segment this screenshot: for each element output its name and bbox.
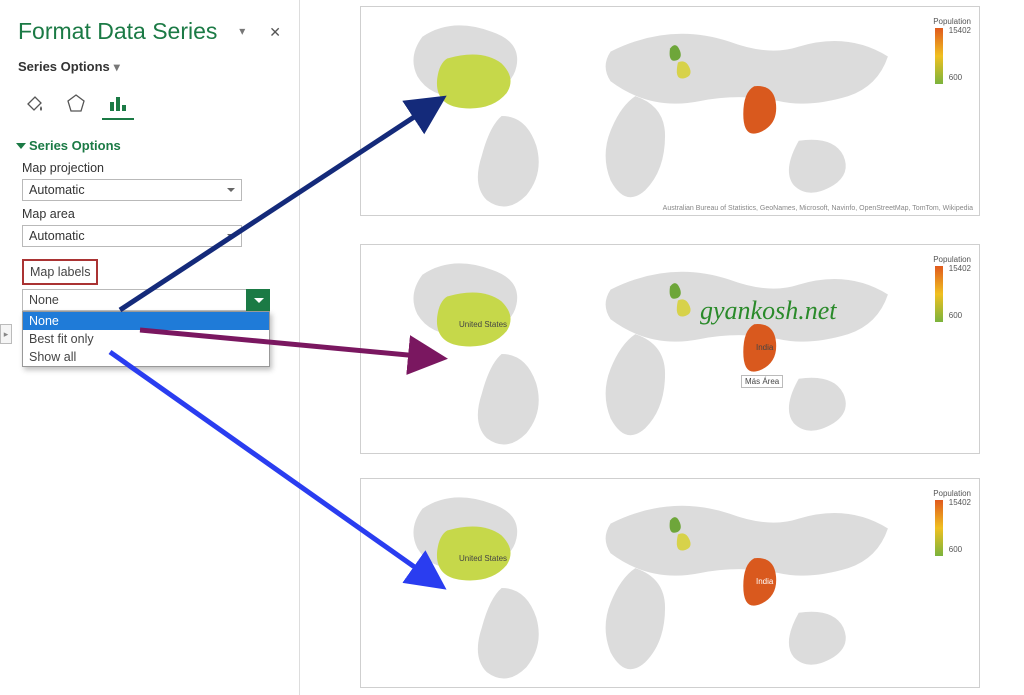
- map-attribution: Australian Bureau of Statistics, GeoName…: [663, 205, 973, 212]
- legend-title: Population: [933, 255, 971, 264]
- label-in: India: [756, 343, 773, 352]
- legend: Population 15402 600: [933, 17, 971, 86]
- dropdown-button[interactable]: [246, 289, 270, 311]
- map-labels-value: None: [29, 293, 59, 307]
- legend-low: 600: [949, 73, 971, 82]
- map-chart-none: Population 15402 600 Australian Bureau o…: [360, 6, 980, 216]
- label-pt-box: Más Área: [741, 375, 783, 388]
- map-area-value: Automatic: [29, 229, 85, 243]
- map-chart-showall: United States India Population 15402 600…: [360, 478, 980, 688]
- toolbar: [18, 88, 281, 120]
- label-us: United States: [459, 554, 507, 563]
- map-area-label: Map area: [22, 207, 281, 221]
- series-options-label: Series Options: [18, 59, 110, 74]
- chevron-down-icon[interactable]: ▾: [239, 24, 245, 41]
- chart-preview-area: Population 15402 600 Australian Bureau o…: [300, 0, 1024, 695]
- bar-chart-icon[interactable]: [102, 88, 134, 120]
- map-projection-dropdown[interactable]: Automatic: [22, 179, 242, 201]
- close-icon[interactable]: ✕: [269, 24, 281, 41]
- legend-title: Population: [933, 17, 971, 26]
- section-header-label: Series Options: [29, 138, 121, 153]
- label-us: United States: [459, 320, 507, 329]
- legend-low: 600: [949, 311, 971, 320]
- series-options-section[interactable]: Series Options: [18, 138, 281, 153]
- legend: Population 15402 600: [933, 489, 971, 558]
- map-labels-option-bestfit[interactable]: Best fit only: [23, 330, 269, 348]
- map-labels-options-list: None Best fit only Show all: [22, 311, 270, 367]
- pentagon-icon[interactable]: [60, 88, 92, 120]
- label-in: India: [756, 577, 773, 586]
- legend-high: 15402: [949, 264, 971, 273]
- legend: Population 15402 600: [933, 255, 971, 324]
- legend-low: 600: [949, 545, 971, 554]
- format-data-series-panel: Format Data Series ▾ ✕ Series Options ▾ …: [0, 0, 300, 695]
- map-projection-value: Automatic: [29, 183, 85, 197]
- map-area-dropdown[interactable]: Automatic: [22, 225, 242, 247]
- legend-high: 15402: [949, 498, 971, 507]
- map-labels-option-showall[interactable]: Show all: [23, 348, 269, 366]
- paint-bucket-icon[interactable]: [18, 88, 50, 120]
- map-labels-dropdown[interactable]: None None Best fit only Show all: [22, 289, 270, 367]
- panel-title-text: Format Data Series: [18, 18, 217, 45]
- world-map-icon: [361, 479, 979, 687]
- world-map-icon: [361, 245, 979, 453]
- world-map-icon: [361, 7, 979, 215]
- legend-title: Population: [933, 489, 971, 498]
- series-options-bar[interactable]: Series Options ▾: [18, 59, 281, 74]
- legend-high: 15402: [949, 26, 971, 35]
- map-labels-option-none[interactable]: None: [23, 312, 269, 330]
- map-chart-bestfit: United States India Más Área Population …: [360, 244, 980, 454]
- chevron-down-icon: ▾: [114, 60, 120, 74]
- map-labels-label: Map labels: [22, 259, 98, 285]
- map-projection-label: Map projection: [22, 161, 281, 175]
- expand-triangle-icon: [16, 143, 26, 149]
- collapse-handle[interactable]: ▸: [0, 324, 12, 344]
